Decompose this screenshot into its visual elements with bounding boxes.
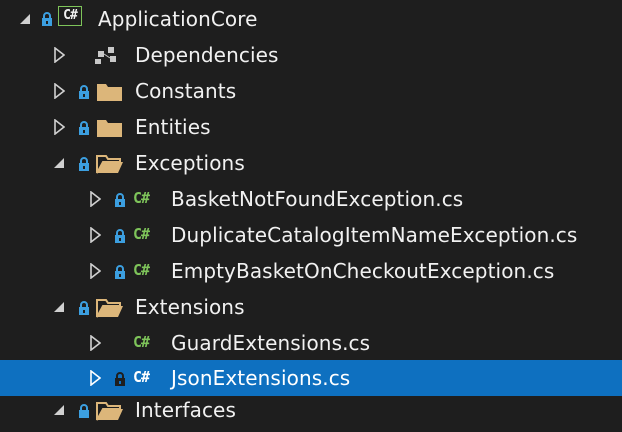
tree-item-file[interactable]: C# DuplicateCatalogItemNameException.cs [0,217,622,253]
csharp-file-icon: C# [133,189,150,207]
folder-open-icon [96,299,123,318]
lock-icon [115,193,125,207]
collapsed-arrow-icon[interactable] [90,370,101,386]
lock-icon [42,12,52,26]
tree-item-label: Extensions [135,295,245,319]
expanded-arrow-icon[interactable] [54,302,65,313]
lock-icon [79,404,89,418]
tree-item-label: Interfaces [135,398,236,422]
collapsed-arrow-icon[interactable] [90,191,101,207]
expanded-arrow-icon[interactable] [20,14,31,25]
tree-item-dependencies[interactable]: Dependencies [0,37,622,73]
tree-item-extensions[interactable]: Extensions [0,289,622,325]
dependencies-icon [95,47,116,64]
csharp-file-icon: C# [133,333,150,351]
lock-icon [115,265,125,279]
tree-item-exceptions[interactable]: Exceptions [0,145,622,181]
tree-item-label: GuardExtensions.cs [171,331,371,355]
expanded-arrow-icon[interactable] [54,158,65,169]
lock-icon [79,301,89,315]
tree-item-constants[interactable]: Constants [0,73,622,109]
tree-item-label: BasketNotFoundException.cs [171,187,464,211]
tree-item-label: Exceptions [135,151,245,175]
folder-open-icon [96,155,123,174]
csharp-project-icon: C# [58,6,82,26]
tree-item-file[interactable]: C# GuardExtensions.cs [0,325,622,361]
lock-icon [79,157,89,171]
tree-item-label: ApplicationCore [98,7,258,31]
lock-icon [79,85,89,99]
tree-item-label: Constants [135,79,237,103]
lock-icon [79,121,89,135]
csharp-file-icon: C# [133,368,150,386]
tree-item-entities[interactable]: Entities [0,109,622,145]
tree-item-label: Entities [135,115,211,139]
lock-icon [115,372,125,386]
tree-item-file[interactable]: C# BasketNotFoundException.cs [0,181,622,217]
collapsed-arrow-icon[interactable] [90,335,101,351]
folder-icon [97,84,122,101]
lock-icon [115,229,125,243]
tree-item-interfaces[interactable]: Interfaces [0,396,622,432]
collapsed-arrow-icon[interactable] [90,263,101,279]
tree-item-label: Dependencies [135,43,279,67]
collapsed-arrow-icon[interactable] [90,227,101,243]
folder-icon [97,120,122,137]
tree-item-label: EmptyBasketOnCheckoutException.cs [171,259,555,283]
csharp-file-icon: C# [133,225,150,243]
collapsed-arrow-icon[interactable] [54,47,65,63]
tree-item-project[interactable]: C# ApplicationCore [0,1,622,37]
tree-item-label: DuplicateCatalogItemNameException.cs [171,223,578,247]
collapsed-arrow-icon[interactable] [54,83,65,99]
tree-item-file[interactable]: C# EmptyBasketOnCheckoutException.cs [0,253,622,289]
collapsed-arrow-icon[interactable] [54,119,65,135]
tree-item-file-selected[interactable]: C# JsonExtensions.cs [0,360,622,396]
csharp-file-icon: C# [133,261,150,279]
tree-item-label: JsonExtensions.cs [171,366,351,390]
